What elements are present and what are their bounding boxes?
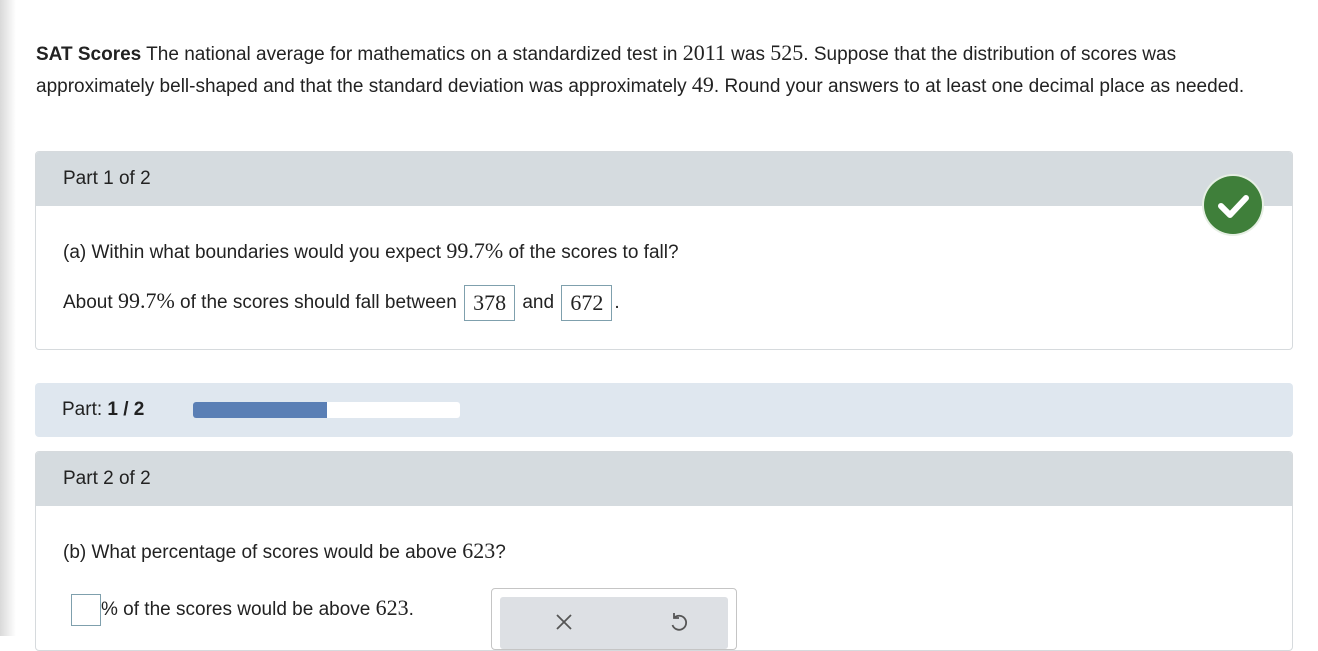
progress-track — [193, 402, 460, 418]
undo-icon[interactable] — [664, 607, 694, 637]
upper-bound-answer[interactable]: 672 — [561, 285, 613, 321]
problem-statement: SAT Scores The national average for math… — [36, 40, 1245, 97]
mean-value: 525 — [770, 40, 804, 65]
answer-tools-bar — [500, 597, 728, 649]
problem-title: SAT Scores — [36, 44, 142, 65]
progress-label: Part: 1 / 2 — [62, 399, 145, 420]
sd-value: 49 — [691, 72, 714, 97]
x-icon[interactable] — [549, 607, 579, 637]
part1-card: Part 1 of 2 (a) Within what boundaries w… — [35, 151, 1293, 350]
year-value: 2011 — [682, 40, 726, 65]
progress-value: 1 / 2 — [107, 399, 145, 420]
part1-question: (a) Within what boundaries would you exp… — [63, 238, 679, 263]
percentage-input[interactable] — [71, 594, 101, 626]
part1-header: Part 1 of 2 — [36, 152, 1292, 206]
part1-answer: About 99.7% of the scores should fall be… — [63, 285, 620, 321]
left-edge-shadow — [0, 0, 16, 636]
part2-header: Part 2 of 2 — [36, 452, 1292, 506]
part2-answer: % of the scores would be above 623. — [71, 594, 414, 626]
answer-tools-panel — [491, 588, 737, 650]
progress-fill — [193, 402, 327, 418]
part2-question: (b) What percentage of scores would be a… — [63, 538, 506, 563]
progress-panel: Part: 1 / 2 — [35, 383, 1293, 437]
lower-bound-answer[interactable]: 378 — [464, 285, 516, 321]
checkmark-icon — [1204, 176, 1262, 234]
